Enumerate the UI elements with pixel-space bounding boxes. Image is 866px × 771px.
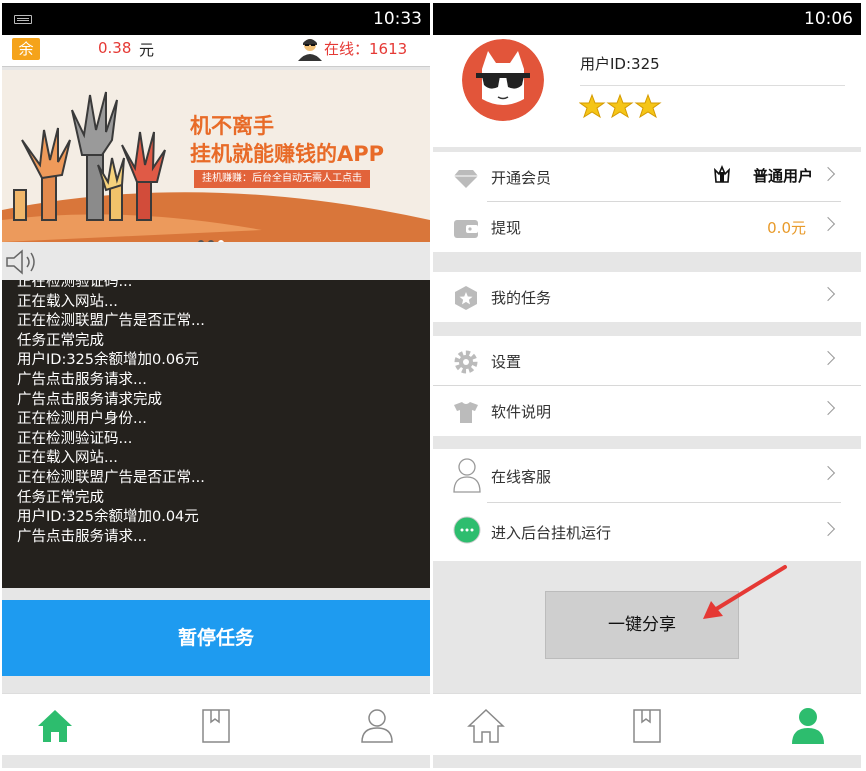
log-line: 广告点击服务请求... — [17, 371, 147, 388]
book-icon[interactable] — [197, 704, 237, 746]
log-line: 正在载入网站... — [17, 293, 118, 310]
user-icon[interactable] — [788, 704, 828, 746]
user-icon[interactable] — [357, 704, 397, 746]
status-time: 10:06 — [804, 9, 853, 29]
menu-item-settings[interactable]: 设置 — [433, 336, 861, 386]
red-pointer-arrow — [703, 565, 787, 619]
log-line: 广告点击服务请求完成 — [17, 391, 162, 408]
book-icon[interactable] — [628, 704, 668, 746]
menu-label: 设置 — [491, 353, 522, 371]
avatar[interactable] — [462, 39, 544, 121]
shirt-icon — [454, 402, 478, 423]
menu-label: 我的任务 — [491, 289, 552, 307]
profile-header: 用户ID:325 — [433, 35, 861, 147]
chat-bubble-icon — [453, 516, 481, 544]
menu-item-customer-service[interactable]: 在线客服 — [433, 449, 861, 503]
task-badge-icon — [455, 286, 477, 310]
crown-icon — [714, 164, 730, 183]
balance-bar: 余 0.38 元 在线：1613 — [2, 35, 430, 67]
menu-label: 在线客服 — [491, 468, 552, 486]
speaker-icon — [6, 249, 35, 275]
balance-value: 0.38 — [98, 39, 132, 57]
balance-icon: 余 — [12, 38, 40, 60]
person-outline-icon — [453, 458, 481, 493]
bottom-tab-bar — [2, 693, 430, 755]
status-bar: 10:33 — [2, 3, 430, 35]
banner-title: 机不离手 — [190, 114, 274, 138]
notice-bar — [2, 242, 430, 280]
menu-item-vip[interactable]: 开通会员 普通用户 — [433, 152, 861, 202]
menu-label: 进入后台挂机运行 — [491, 524, 612, 542]
right-phone-screen: 10:06 用户ID:325 开通会员 普通用户 提现 0.0元 我的任务 设置… — [433, 3, 861, 768]
bottom-tab-bar — [433, 693, 861, 755]
balance-unit: 元 — [139, 41, 155, 59]
menu-item-background-run[interactable]: 进入后台挂机运行 — [433, 503, 861, 561]
home-icon[interactable] — [466, 704, 506, 746]
log-line: 用户ID:325余额增加0.06元 — [17, 352, 199, 369]
keyboard-icon — [14, 15, 32, 24]
chevron-right-icon — [820, 216, 836, 232]
left-phone-screen: 10:33 余 0.38 元 在线：1613 机不离手 挂机就能赚钱的APP 挂… — [2, 3, 430, 768]
chevron-right-icon — [820, 286, 836, 302]
log-line: 用户ID:325余额增加0.04元 — [17, 509, 199, 526]
online-user-icon — [298, 39, 322, 61]
home-icon[interactable] — [35, 704, 75, 746]
menu-label: 软件说明 — [491, 403, 552, 421]
status-time: 10:33 — [373, 9, 422, 29]
online-count: 在线：1613 — [324, 40, 408, 58]
task-log: 正在检测验证码... 正在载入网站... 正在检测联盟广告是否正常... 任务正… — [2, 280, 430, 588]
log-line: 正在检测用户身份... — [17, 411, 147, 428]
wallet-icon — [454, 220, 478, 238]
membership-level: 普通用户 — [752, 167, 813, 185]
menu-label: 开通会员 — [491, 169, 552, 187]
promo-banner[interactable]: 机不离手 挂机就能赚钱的APP 挂机赚赚：后台全自动无需人工点击 — [2, 70, 430, 242]
account-menu-group: 开通会员 普通用户 提现 0.0元 — [433, 152, 861, 252]
log-line: 正在检测验证码... — [17, 430, 133, 447]
menu-label: 提现 — [491, 219, 522, 237]
chevron-right-icon — [820, 166, 836, 182]
settings-menu-group: 设置 软件说明 — [433, 336, 861, 436]
status-bar: 10:06 — [433, 3, 861, 35]
banner-subtitle: 挂机就能赚钱的APP — [190, 142, 385, 166]
star-rating — [579, 93, 662, 119]
chevron-right-icon — [820, 465, 836, 481]
chevron-right-icon — [820, 521, 836, 537]
user-id: 用户ID:325 — [580, 55, 660, 73]
log-line: 任务正常完成 — [17, 489, 104, 506]
divider — [580, 85, 845, 86]
carousel-dots[interactable] — [198, 231, 228, 242]
log-line: 任务正常完成 — [17, 332, 104, 349]
log-line: 正在检测联盟广告是否正常... — [17, 469, 205, 486]
service-menu-group: 在线客服 进入后台挂机运行 — [433, 449, 861, 561]
chevron-right-icon — [820, 350, 836, 366]
menu-item-withdraw[interactable]: 提现 0.0元 — [433, 202, 861, 252]
withdraw-amount: 0.0元 — [767, 219, 806, 237]
task-menu-group: 我的任务 — [433, 272, 861, 322]
log-line: 广告点击服务请求... — [17, 528, 147, 545]
log-line: 正在检测验证码... — [17, 280, 133, 290]
menu-item-manual[interactable]: 软件说明 — [433, 386, 861, 436]
diamond-icon — [454, 170, 478, 188]
gear-icon — [454, 350, 478, 374]
chevron-right-icon — [820, 400, 836, 416]
banner-tagline: 挂机赚赚：后台全自动无需人工点击 — [194, 170, 370, 188]
menu-item-my-tasks[interactable]: 我的任务 — [433, 272, 861, 322]
log-line: 正在检测联盟广告是否正常... — [17, 313, 205, 330]
pause-task-button[interactable]: 暂停任务 — [2, 600, 430, 676]
log-line: 正在载入网站... — [17, 450, 118, 467]
